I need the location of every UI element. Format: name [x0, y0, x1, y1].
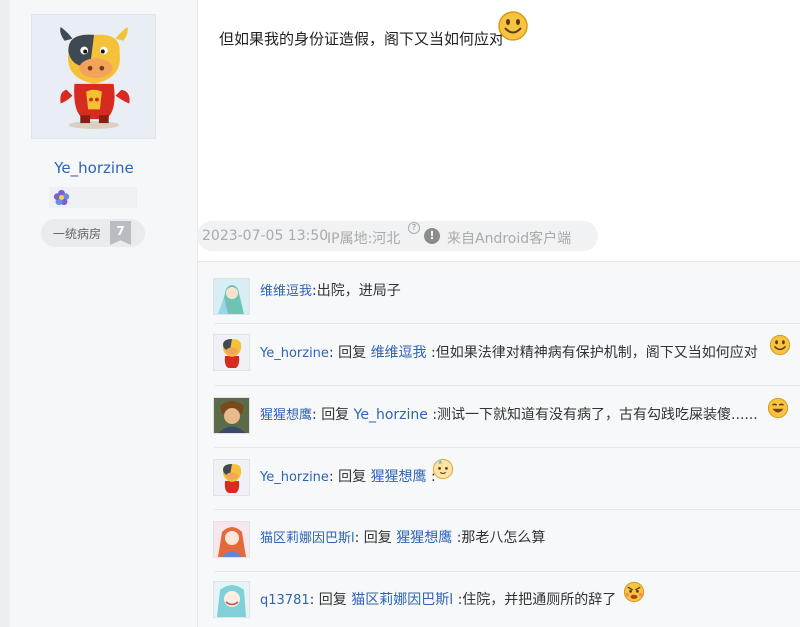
page-gutter: [0, 0, 10, 627]
reply-text: 猩猩想鹰: 回复 Ye_horzine :测试一下就知道有没有病了，古有勾践吃屎…: [260, 407, 758, 423]
post-meta: 2023-07-05 13:50 IP属地:河北 ? ! 来自Android客户…: [197, 221, 598, 251]
laughing-emoji-icon: [767, 397, 789, 419]
avatar[interactable]: [213, 459, 250, 496]
level-name: 一统病房: [53, 227, 102, 241]
reply-username[interactable]: Ye_horzine: [260, 470, 329, 485]
purple-flower-badge-icon[interactable]: [53, 189, 70, 206]
reply-text: Ye_horzine: 回复 维维逗我 :但如果法律对精神病有保护机制，阁下又当…: [260, 345, 758, 361]
reply-word: 回复: [321, 407, 350, 423]
reply-word: 回复: [363, 530, 392, 546]
angry-emoji-icon: [623, 581, 645, 603]
reply-list: 维维逗我:出院，进局子 Ye_horzine: 回复 维维逗我 :但如果法律对精…: [198, 261, 800, 627]
client-source: 来自Android客户端: [447, 231, 572, 247]
reply-content: :住院，并把通厕所的辞了: [457, 592, 617, 608]
smiley-emoji-icon: [498, 11, 528, 41]
avatar[interactable]: [213, 521, 250, 558]
reply-text: 维维逗我:出院，进局子: [260, 280, 401, 300]
anime-girl-avatar-icon: [214, 522, 249, 557]
reply-text: 猫区莉娜因巴斯l: 回复 猩猩想鹰 :那老八怎么算: [260, 530, 546, 546]
author-badge-strip: [49, 187, 137, 208]
warrior-avatar-icon: [214, 398, 249, 433]
avatar[interactable]: [213, 581, 250, 618]
reply-target-link[interactable]: 维维逗我: [371, 345, 427, 361]
reply-content: :那老八怎么算: [456, 530, 546, 546]
reply-target-link[interactable]: Ye_horzine: [354, 407, 428, 423]
cartoon-bull-avatar-icon: [214, 335, 249, 370]
list-item: Ye_horzine: 回复 维维逗我 :但如果法律对精神病有保护机制，阁下又当…: [198, 324, 800, 386]
reply-target-link[interactable]: 猩猩想鹰: [371, 469, 427, 485]
reply-word: 回复: [338, 469, 367, 485]
author-avatar[interactable]: [31, 14, 156, 139]
anime-girl-avatar-icon: [214, 582, 249, 617]
avatar[interactable]: [213, 334, 250, 371]
reply-username[interactable]: 维维逗我: [260, 284, 312, 299]
list-item: q13781: 回复 猫区莉娜因巴斯l :住院，并把通厕所的辞了: [198, 572, 800, 627]
reply-content: :测试一下就知道有没有病了，古有勾践吃屎装傻......: [432, 407, 758, 423]
ip-location: IP属地:河北: [327, 231, 401, 247]
post-content: 但如果我的身份证造假，阁下又当如何应对: [219, 30, 505, 48]
reply-word: 回复: [318, 592, 347, 608]
reply-username[interactable]: 猩猩想鹰: [260, 408, 312, 423]
list-item: 猫区莉娜因巴斯l: 回复 猩猩想鹰 :那老八怎么算: [198, 510, 800, 572]
reply-username[interactable]: q13781: [260, 593, 310, 608]
cute-emoji-icon: [432, 458, 454, 480]
reply-content: :出院，进局子: [312, 283, 401, 299]
list-item: 维维逗我:出院，进局子: [198, 262, 800, 324]
avatar[interactable]: [213, 397, 250, 434]
reply-username[interactable]: Ye_horzine: [260, 346, 329, 361]
reply-content: :但如果法律对精神病有保护机制，阁下又当如何应对: [431, 345, 758, 361]
reply-target-link[interactable]: 猫区莉娜因巴斯l: [351, 592, 453, 608]
author-name[interactable]: Ye_horzine: [10, 159, 178, 177]
list-item: Ye_horzine: 回复 猩猩想鹰 :: [198, 448, 800, 510]
post-date: 2023-07-05 13:50: [202, 228, 329, 244]
anime-girl-avatar-icon: [214, 279, 249, 314]
level-number: 7: [110, 221, 131, 245]
reply-username[interactable]: 猫区莉娜因巴斯l: [260, 531, 355, 546]
reply-target-link[interactable]: 猩猩想鹰: [396, 530, 452, 546]
reply-text: Ye_horzine: 回复 猩猩想鹰 :: [260, 469, 436, 485]
list-item: 猩猩想鹰: 回复 Ye_horzine :测试一下就知道有没有病了，古有勾践吃屎…: [198, 386, 800, 448]
cartoon-bull-avatar-icon: [59, 26, 130, 129]
reply-word: 回复: [338, 345, 367, 361]
author-level-badge[interactable]: 一统病房 7: [41, 219, 145, 247]
avatar[interactable]: [213, 278, 250, 315]
report-icon[interactable]: !: [424, 228, 440, 244]
cartoon-bull-avatar-icon: [214, 460, 249, 495]
smiley-emoji-icon: [769, 334, 791, 356]
reply-text: q13781: 回复 猫区莉娜因巴斯l :住院，并把通厕所的辞了: [260, 592, 617, 608]
question-icon[interactable]: ?: [408, 222, 420, 234]
